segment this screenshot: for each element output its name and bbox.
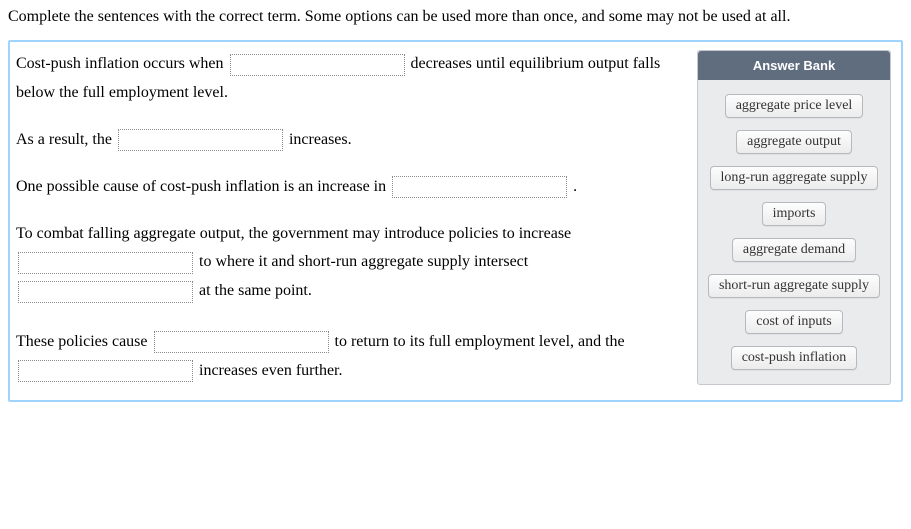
blank-4a[interactable]: [18, 252, 193, 274]
answer-item[interactable]: cost of inputs: [745, 310, 842, 334]
sentence-2-part-a: As a result, the: [16, 131, 116, 148]
answer-item[interactable]: aggregate price level: [725, 94, 864, 118]
blank-5b[interactable]: [18, 360, 193, 382]
answer-bank-list: aggregate price level aggregate output l…: [698, 80, 890, 372]
sentence-4-part-b: to where it and short-run aggregate supp…: [199, 253, 528, 270]
answer-item[interactable]: imports: [762, 202, 827, 226]
sentence-1-part-a: Cost-push inflation occurs when: [16, 55, 228, 72]
answer-item[interactable]: aggregate demand: [732, 238, 856, 262]
sentence-5-part-c: increases even further.: [199, 362, 342, 379]
answer-bank: Answer Bank aggregate price level aggreg…: [697, 50, 891, 385]
answer-item[interactable]: aggregate output: [736, 130, 852, 154]
instruction-text: Complete the sentences with the correct …: [8, 6, 903, 28]
sentence-3-part-a: One possible cause of cost-push inflatio…: [16, 178, 390, 195]
sentence-4-part-a: To combat falling aggregate output, the …: [16, 225, 571, 242]
answer-item[interactable]: cost-push inflation: [731, 346, 858, 370]
sentence-2-part-b: increases.: [289, 131, 352, 148]
blank-2[interactable]: [118, 129, 283, 151]
sentence-5-part-a: These policies cause: [16, 333, 152, 350]
blank-3[interactable]: [392, 176, 567, 198]
exercise-panel: Cost-push inflation occurs when decrease…: [8, 40, 903, 401]
sentence-4: To combat falling aggregate output, the …: [16, 220, 679, 306]
blank-1[interactable]: [230, 54, 405, 76]
sentence-2: As a result, the increases.: [16, 126, 679, 155]
answer-item[interactable]: short-run aggregate supply: [708, 274, 880, 298]
blank-4b[interactable]: [18, 281, 193, 303]
answer-item[interactable]: long-run aggregate supply: [710, 166, 879, 190]
answer-bank-title: Answer Bank: [698, 51, 890, 80]
sentences-area: Cost-push inflation occurs when decrease…: [16, 50, 679, 385]
sentence-3: One possible cause of cost-push inflatio…: [16, 173, 679, 202]
sentence-5: These policies cause to return to its fu…: [16, 328, 679, 386]
blank-5a[interactable]: [154, 331, 329, 353]
sentence-4-part-c: at the same point.: [199, 282, 312, 299]
sentence-1: Cost-push inflation occurs when decrease…: [16, 50, 679, 108]
sentence-5-part-b: to return to its full employment level, …: [335, 333, 625, 350]
sentence-3-part-b: .: [573, 178, 577, 195]
